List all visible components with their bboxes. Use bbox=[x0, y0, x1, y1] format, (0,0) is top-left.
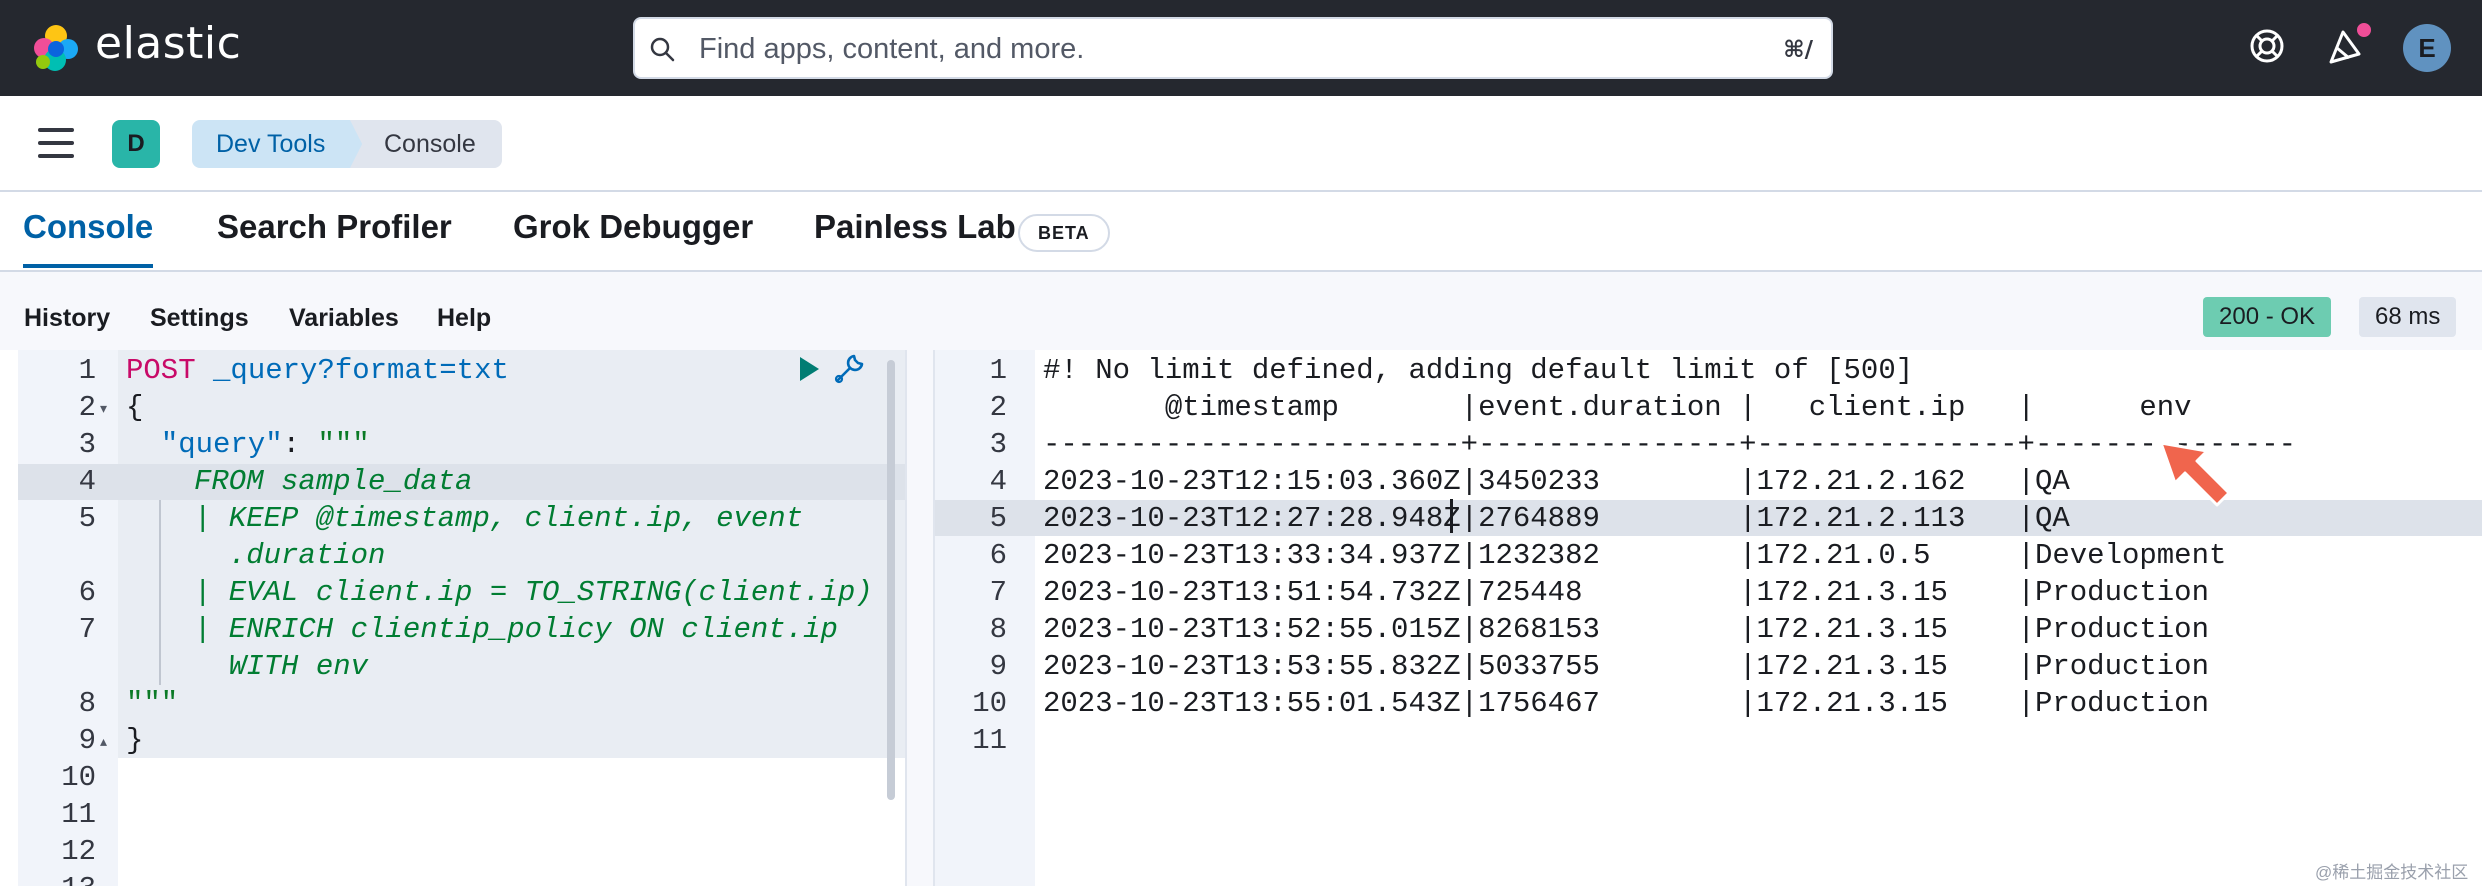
breadcrumb-bar: D Dev Tools Console bbox=[0, 96, 2482, 192]
status-badge: 200 - OK bbox=[2203, 297, 2332, 337]
line-number: 5 bbox=[78, 502, 96, 535]
tab-console[interactable]: Console bbox=[23, 208, 154, 268]
line-number: 7 bbox=[989, 576, 1007, 609]
fold-open-icon[interactable]: ▾ bbox=[100, 400, 107, 417]
notification-dot bbox=[2355, 21, 2373, 39]
line-number: 2 bbox=[989, 391, 1007, 424]
line-number: 1 bbox=[989, 354, 1007, 387]
hamburger-icon bbox=[38, 141, 74, 145]
request-brace-close: } bbox=[126, 724, 144, 757]
line-number: 10 bbox=[972, 687, 1007, 720]
hamburger-icon bbox=[38, 128, 74, 132]
line-number: 1 bbox=[78, 354, 96, 387]
query-colon: : bbox=[282, 428, 318, 461]
response-row: 2023-10-23T13:53:55.832Z|5033755 |172.21… bbox=[1043, 650, 2209, 683]
line-number: 4 bbox=[78, 465, 96, 498]
annotation-arrow-icon bbox=[2159, 441, 2231, 507]
search-icon bbox=[650, 37, 675, 62]
esql-line: | KEEP @timestamp, client.ip, event bbox=[194, 502, 804, 535]
history-link[interactable]: History bbox=[24, 304, 110, 333]
line-number: 2 bbox=[78, 391, 96, 424]
menu-toggle-button[interactable] bbox=[38, 128, 74, 158]
user-avatar[interactable]: E bbox=[2403, 24, 2451, 72]
watermark: @稀土掘金技术社区 bbox=[2315, 863, 2469, 882]
response-row: 2023-10-23T13:52:55.015Z|8268153 |172.21… bbox=[1043, 613, 2209, 646]
response-row: 2023-10-23T13:55:01.543Z|1756467 |172.21… bbox=[1043, 687, 2209, 720]
line-number: 8 bbox=[989, 613, 1007, 646]
line-number: 5 bbox=[989, 502, 1007, 535]
line-number: 4 bbox=[989, 465, 1007, 498]
indent-guide bbox=[159, 574, 161, 685]
line-number: 3 bbox=[989, 428, 1007, 461]
request-scrollbar[interactable] bbox=[887, 360, 895, 800]
line-number: 8 bbox=[78, 687, 96, 720]
line-number: 10 bbox=[61, 761, 96, 794]
esql-line: | EVAL client.ip = TO_STRING(client.ip) bbox=[194, 576, 873, 609]
line-number: 12 bbox=[61, 835, 96, 868]
line-number: 9 bbox=[78, 724, 96, 757]
request-brace-open: { bbox=[126, 391, 144, 424]
help-icon[interactable] bbox=[2245, 24, 2289, 68]
wrench-icon[interactable] bbox=[832, 352, 866, 386]
text-cursor bbox=[1450, 499, 1453, 533]
elastic-logo-icon[interactable] bbox=[30, 22, 82, 74]
line-number: 11 bbox=[61, 798, 96, 831]
esql-line: | ENRICH clientip_policy ON client.ip bbox=[194, 613, 838, 646]
line-number: 11 bbox=[972, 724, 1007, 757]
http-method: POST bbox=[126, 354, 196, 387]
tab-grok-debugger[interactable]: Grok Debugger bbox=[513, 208, 753, 268]
settings-link[interactable]: Settings bbox=[150, 304, 249, 333]
request-editor[interactable]: 1 2 3 4 5 6 7 8 9 10 11 12 13 ▾ ▴ POST _… bbox=[18, 350, 905, 886]
variables-link[interactable]: Variables bbox=[289, 304, 399, 333]
esql-line-wrap: WITH env bbox=[194, 650, 369, 683]
response-comment-line: #! No limit defined, adding default limi… bbox=[1043, 354, 1914, 387]
tab-search-profiler[interactable]: Search Profiler bbox=[217, 208, 452, 268]
response-row: 2023-10-23T12:15:03.360Z|3450233 |172.21… bbox=[1043, 465, 2070, 498]
response-row: 2023-10-23T13:51:54.732Z|725448 |172.21.… bbox=[1043, 576, 2209, 609]
request-query-key-line: "query": """ bbox=[126, 426, 370, 463]
search-placeholder: Find apps, content, and more. bbox=[699, 33, 1085, 65]
response-row: 2023-10-23T12:27:28.948Z|2764889 |172.21… bbox=[1043, 502, 2070, 535]
line-number: 9 bbox=[989, 650, 1007, 683]
fold-close-icon[interactable]: ▴ bbox=[100, 733, 107, 750]
request-url: _query?format=txt bbox=[213, 354, 509, 387]
line-number: 3 bbox=[78, 428, 96, 461]
play-icon[interactable] bbox=[797, 355, 821, 383]
breadcrumb-console: Console bbox=[350, 120, 502, 168]
console-toolbar: History Settings Variables Help bbox=[0, 272, 2482, 350]
indent-guide bbox=[159, 500, 161, 574]
line-number: 13 bbox=[18, 870, 96, 886]
esql-line-wrap: .duration bbox=[194, 539, 386, 572]
search-shortcut: ⌘/ bbox=[1783, 37, 1813, 63]
request-line-1: POST _query?format=txt bbox=[126, 352, 509, 389]
line-number: 6 bbox=[989, 539, 1007, 572]
triple-quote-open: """ bbox=[317, 428, 370, 461]
response-header-line: @timestamp |event.duration | client.ip |… bbox=[1043, 391, 2192, 424]
global-search[interactable]: Find apps, content, and more. ⌘/ bbox=[633, 17, 1833, 79]
response-row: 2023-10-23T13:33:34.937Z|1232382 |172.21… bbox=[1043, 539, 2227, 572]
query-key: "query" bbox=[160, 428, 283, 461]
response-output[interactable]: 1 2 3 4 5 6 7 8 9 10 11 #! No limit defi… bbox=[935, 350, 2482, 886]
beta-badge: BETA bbox=[1018, 214, 1110, 252]
global-header: elastic Find apps, content, and more. ⌘/… bbox=[0, 0, 2482, 96]
pane-resizer[interactable] bbox=[905, 350, 935, 886]
response-separator-line: ------------------------+---------------… bbox=[1043, 428, 2297, 461]
help-link[interactable]: Help bbox=[437, 304, 491, 333]
breadcrumb-dev-tools[interactable]: Dev Tools bbox=[192, 120, 372, 168]
tab-painless-lab[interactable]: Painless Lab bbox=[814, 208, 1016, 268]
triple-quote-close: """ bbox=[126, 687, 179, 720]
request-time-badge: 68 ms bbox=[2359, 297, 2457, 337]
line-number: 6 bbox=[78, 576, 96, 609]
hamburger-icon bbox=[38, 154, 74, 158]
dev-tools-tabs: Console Search Profiler Grok Debugger Pa… bbox=[0, 192, 2482, 272]
space-avatar[interactable]: D bbox=[112, 120, 160, 168]
esql-line: FROM sample_data bbox=[194, 465, 473, 498]
line-number: 7 bbox=[78, 613, 96, 646]
brand-name[interactable]: elastic bbox=[95, 18, 241, 69]
